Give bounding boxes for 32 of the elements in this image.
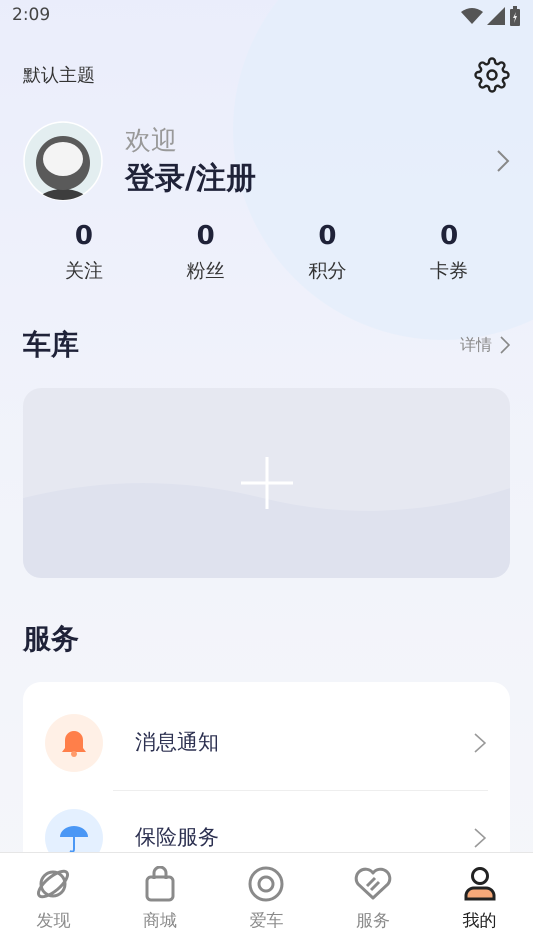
stat-value: 0 <box>74 220 93 253</box>
chevron-right-icon <box>500 336 510 354</box>
battery-icon <box>509 6 521 26</box>
chevron-right-icon <box>474 732 486 752</box>
umbrella-icon <box>45 808 103 852</box>
stat-value: 0 <box>196 220 215 253</box>
target-icon <box>248 866 284 902</box>
login-link[interactable]: 登录/注册 <box>125 159 496 199</box>
greeting-text: 欢迎 <box>125 125 178 158</box>
service-item[interactable]: 保险服务 <box>23 790 510 852</box>
heart-icon <box>354 867 392 901</box>
status-time: 2:09 <box>12 4 50 28</box>
chevron-right-icon <box>474 828 486 848</box>
bell-icon <box>45 714 103 772</box>
wifi-icon <box>461 8 483 24</box>
settings-icon[interactable] <box>474 57 510 93</box>
stat-label[interactable]: 卡券 <box>430 257 468 286</box>
stat-value: 0 <box>440 220 458 253</box>
stat-label[interactable]: 粉丝 <box>186 257 225 286</box>
stat-value: 0 <box>318 220 336 253</box>
avatar[interactable] <box>23 121 103 201</box>
service-item[interactable]: 消息通知 <box>23 696 510 790</box>
person-icon <box>462 866 497 902</box>
signal-icon <box>487 7 505 25</box>
stat-label[interactable]: 关注 <box>64 257 103 286</box>
shopping-bag-icon <box>144 866 176 902</box>
theme-label[interactable]: 默认主题 <box>23 62 95 88</box>
stat-label[interactable]: 积分 <box>308 257 346 286</box>
tab[interactable]: 我的 <box>426 853 533 948</box>
chevron-right-icon[interactable] <box>496 149 510 173</box>
section-title: 服务 <box>23 622 79 654</box>
section-title: 车库 <box>23 326 79 362</box>
